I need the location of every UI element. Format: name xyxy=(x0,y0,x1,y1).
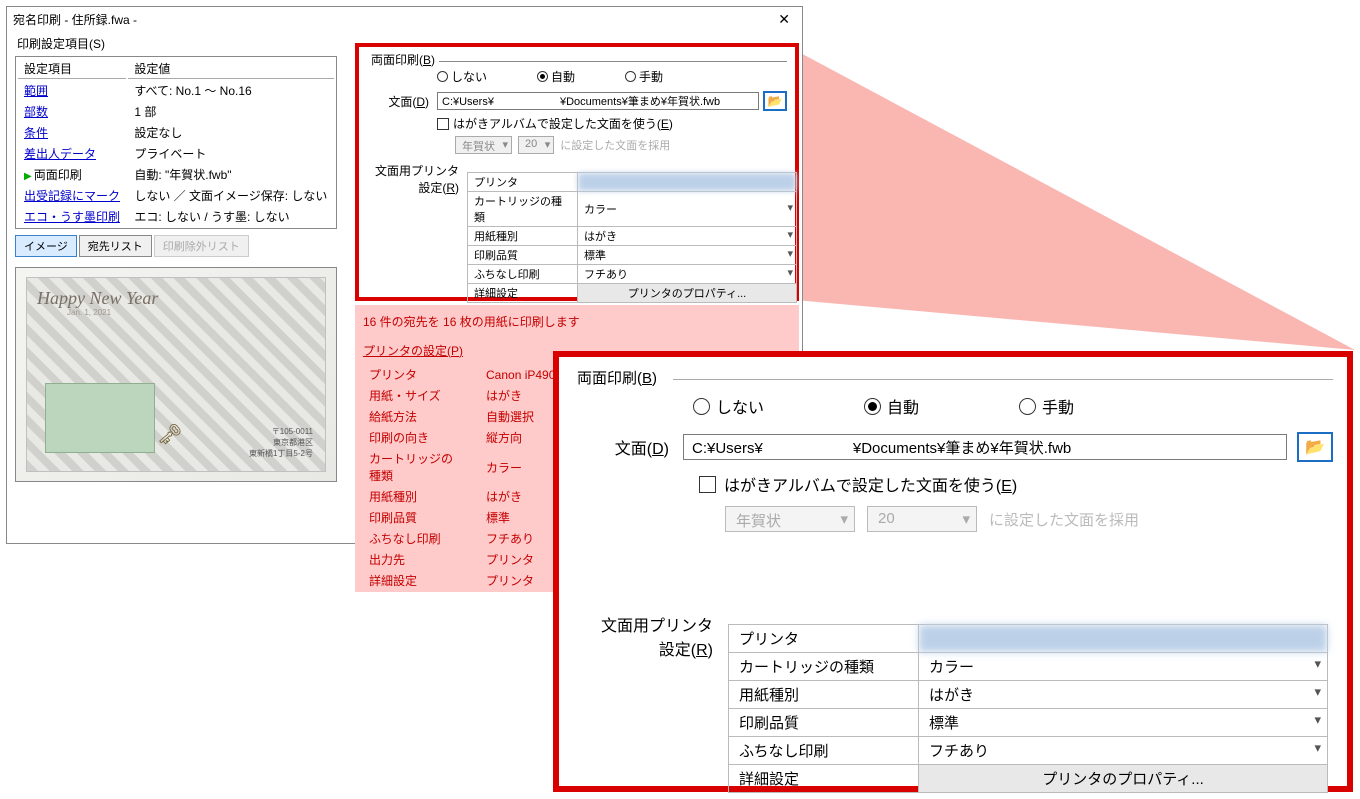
use-album-checkbox-zoom[interactable]: はがきアルバムで設定した文面を使う(E) xyxy=(699,472,1333,496)
browse-button-zoom[interactable]: 📂 xyxy=(1297,432,1333,462)
face-file-input-zoom[interactable] xyxy=(683,434,1287,460)
printer-row-label: カートリッジの種類 xyxy=(729,653,919,681)
tab-exclude: 印刷除外リスト xyxy=(154,235,249,257)
printer-row-value[interactable]: カラー xyxy=(578,192,797,227)
album-type-dropdown-zoom: 年賀状 xyxy=(725,506,855,532)
printer-row-label: 用紙種別 xyxy=(729,681,919,709)
pink-row-label: 用紙種別 xyxy=(357,487,472,506)
settings-item-label[interactable]: 差出人データ xyxy=(18,144,126,163)
printer-row-label: ふちなし印刷 xyxy=(729,737,919,765)
settings-item-label[interactable]: 部数 xyxy=(18,102,126,121)
album-suffix-text: に設定した文面を採用 xyxy=(560,137,670,153)
album-year-dropdown: 20 xyxy=(518,136,554,154)
col-header-value: 設定値 xyxy=(128,59,334,79)
printer-row-label: ふちなし印刷 xyxy=(468,265,578,284)
settings-item-label: 両面印刷 xyxy=(18,165,126,184)
printer-row-label: プリンタ xyxy=(468,173,578,192)
radio-auto[interactable]: 自動 xyxy=(537,68,575,85)
face-label-zoom: 文面(D) xyxy=(573,435,683,459)
radio-manual[interactable]: 手動 xyxy=(625,68,663,85)
printer-row-label: カートリッジの種類 xyxy=(468,192,578,227)
face-file-input[interactable] xyxy=(437,92,759,110)
printer-row-label: 詳細設定 xyxy=(729,765,919,793)
face-printer-label: 文面用プリンタ設定(R) xyxy=(367,162,467,196)
settings-item-value: すべて: No.1 ～ No.16 xyxy=(128,81,334,100)
printer-row-value[interactable]: 標準 xyxy=(578,246,797,265)
preview-address: 〒105-0011 東京都港区 東新橋1丁目5-2号 xyxy=(249,426,313,459)
settings-item-label[interactable]: 出受記録にマーク xyxy=(18,186,126,205)
printer-row-value[interactable]: はがき xyxy=(919,681,1328,709)
preview-key-graphic: 🗝 xyxy=(157,422,182,447)
settings-item-label[interactable]: 範囲 xyxy=(18,81,126,100)
printer-row-label: 用紙種別 xyxy=(468,227,578,246)
album-year-dropdown-zoom: 20 xyxy=(867,506,977,532)
preview-envelope-graphic xyxy=(45,383,155,453)
pink-row-label: 給紙方法 xyxy=(357,407,472,426)
pink-row-label: 用紙・サイズ xyxy=(357,386,472,405)
pink-row-label: 出力先 xyxy=(357,550,472,569)
duplex-group-label: 両面印刷(B) xyxy=(367,51,439,68)
face-label: 文面(D) xyxy=(367,93,437,110)
summary-text: 16 件の宛先を 16 枚の用紙に印刷します xyxy=(355,305,799,338)
pink-row-label: カートリッジの種類 xyxy=(357,449,472,485)
pink-row-label: ふちなし印刷 xyxy=(357,529,472,548)
settings-item-value: エコ: しない / うす墨: しない xyxy=(128,207,334,226)
printer-properties-button[interactable]: プリンタのプロパティ... xyxy=(578,284,797,303)
tab-image[interactable]: イメージ xyxy=(15,235,77,257)
album-suffix-text-zoom: に設定した文面を採用 xyxy=(989,509,1139,530)
radio-manual-zoom[interactable]: 手動 xyxy=(1019,394,1074,418)
radio-auto-zoom[interactable]: 自動 xyxy=(864,394,919,418)
printer-row-value: Canon xyxy=(919,625,1328,653)
browse-button[interactable]: 📂 xyxy=(763,91,787,111)
face-printer-table-zoom: プリンタCanonカートリッジの種類カラー用紙種別はがき印刷品質標準ふちなし印刷… xyxy=(728,624,1328,793)
radio-none[interactable]: しない xyxy=(437,68,487,85)
album-type-dropdown: 年賀状 xyxy=(455,136,512,154)
printer-row-value[interactable]: 標準 xyxy=(919,709,1328,737)
face-printer-table: プリンタCanonカートリッジの種類カラー用紙種別はがき印刷品質標準ふちなし印刷… xyxy=(467,172,797,303)
settings-item-value: プライベート xyxy=(128,144,334,163)
duplex-print-panel-zoom: 両面印刷(B) しない 自動 手動 文面(D) 📂 はがきアルバムで設定した文面… xyxy=(553,351,1353,792)
pink-row-label: プリンタ xyxy=(357,365,472,384)
printer-row-value[interactable]: フチあり xyxy=(919,737,1328,765)
pink-row-label: 印刷品質 xyxy=(357,508,472,527)
printer-row-value[interactable]: カラー xyxy=(919,653,1328,681)
printer-properties-button[interactable]: プリンタのプロパティ... xyxy=(919,765,1328,793)
close-icon[interactable]: ✕ xyxy=(772,11,796,28)
tab-list[interactable]: 宛先リスト xyxy=(79,235,152,257)
printer-row-value[interactable]: フチあり xyxy=(578,265,797,284)
face-printer-label-zoom: 文面用プリンタ設定(R) xyxy=(573,612,713,660)
use-album-checkbox[interactable]: はがきアルバムで設定した文面を使う(E) xyxy=(437,115,787,132)
preview-greeting: Happy New Year xyxy=(37,288,158,309)
radio-none-zoom[interactable]: しない xyxy=(693,394,764,418)
preview-area: Happy New Year Jan. 1, 2021 🗝 〒105-0011 … xyxy=(15,267,337,482)
settings-item-value: 自動: "年賀状.fwb" xyxy=(128,165,334,184)
preview-date: Jan. 1, 2021 xyxy=(67,308,111,317)
window-title: 宛名印刷 - 住所録.fwa - xyxy=(13,11,137,28)
settings-table: 設定項目 設定値 範囲すべて: No.1 ～ No.16部数1 部条件設定なし差… xyxy=(15,56,337,229)
settings-item-value: 設定なし xyxy=(128,123,334,142)
printer-row-label: 印刷品質 xyxy=(468,246,578,265)
settings-item-label[interactable]: エコ・うす墨印刷 xyxy=(18,207,126,226)
printer-row-label: 印刷品質 xyxy=(729,709,919,737)
col-header-item: 設定項目 xyxy=(18,59,126,79)
printer-row-label: 詳細設定 xyxy=(468,284,578,303)
duplex-group-label-zoom: 両面印刷(B) xyxy=(573,367,661,388)
settings-item-value: 1 部 xyxy=(128,102,334,121)
printer-row-value[interactable]: はがき xyxy=(578,227,797,246)
printer-row-value: Canon xyxy=(578,173,797,192)
settings-item-value: しない ／ 文面イメージ保存: しない xyxy=(128,186,334,205)
pink-row-label: 印刷の向き xyxy=(357,428,472,447)
pink-row-label: 詳細設定 xyxy=(357,571,472,590)
duplex-print-panel: 両面印刷(B) しない 自動 手動 文面(D) 📂 はがきアルバムで設定した文面… xyxy=(355,43,799,301)
settings-item-label[interactable]: 条件 xyxy=(18,123,126,142)
printer-row-label: プリンタ xyxy=(729,625,919,653)
